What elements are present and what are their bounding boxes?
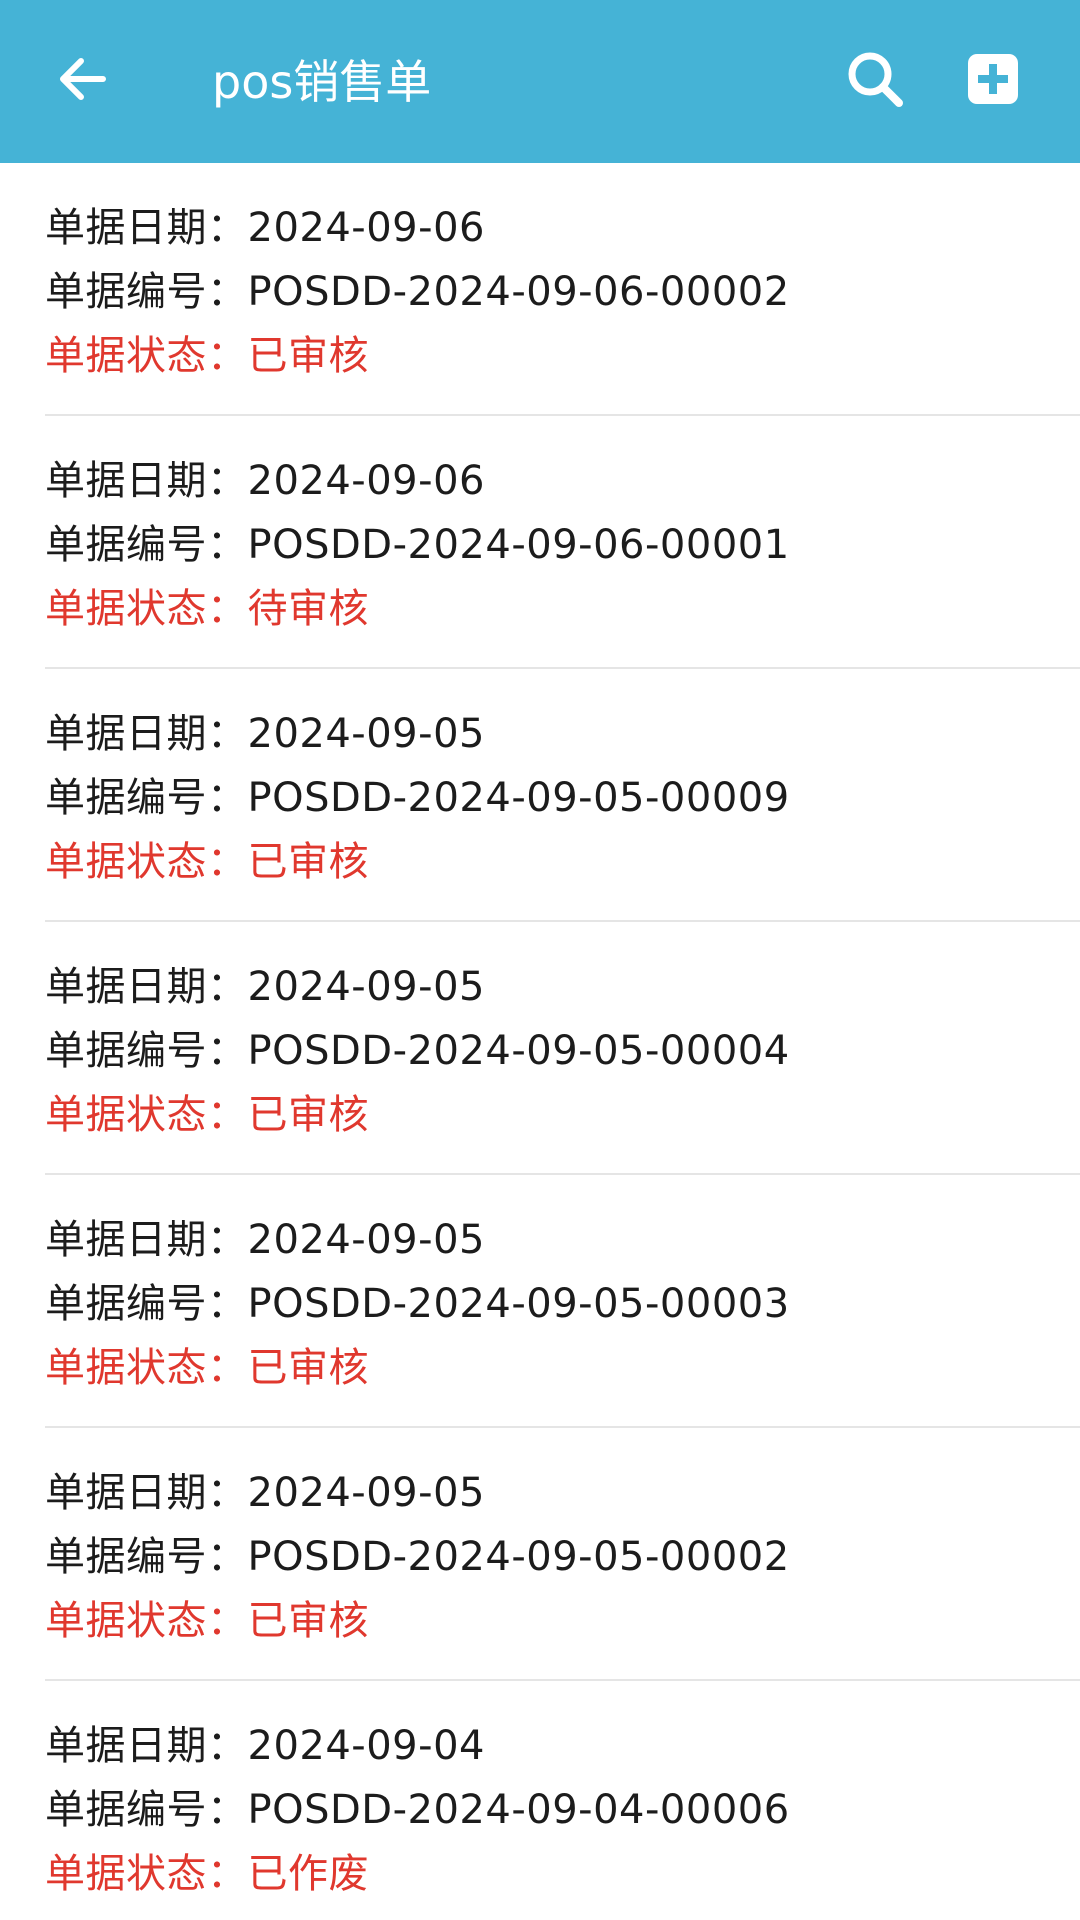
order-number: 单据编号：POSDD-2024-09-05-00009	[45, 775, 790, 821]
order-number: 单据编号：POSDD-2024-09-05-00004	[45, 1028, 790, 1074]
order-number: 单据编号：POSDD-2024-09-04-00006	[45, 1787, 790, 1833]
list-item[interactable]: 单据日期：2024-09-05 单据编号：POSDD-2024-09-05-00…	[0, 669, 1080, 922]
order-status: 单据状态：已审核	[45, 1598, 369, 1644]
order-date: 单据日期：2024-09-05	[45, 1217, 485, 1263]
order-status: 单据状态：已审核	[45, 839, 369, 885]
order-date: 单据日期：2024-09-06	[45, 205, 485, 251]
search-button[interactable]	[830, 36, 920, 126]
order-date: 单据日期：2024-09-05	[45, 711, 485, 757]
top-app-bar: pos销售单	[0, 0, 1080, 163]
order-number: 单据编号：POSDD-2024-09-05-00003	[45, 1281, 790, 1327]
order-date: 单据日期：2024-09-06	[45, 458, 485, 504]
sales-order-list[interactable]: 单据日期：2024-09-06 单据编号：POSDD-2024-09-06-00…	[0, 163, 1080, 1920]
arrow-left-icon	[55, 51, 111, 111]
list-item[interactable]: 单据日期：2024-09-04 单据编号：POSDD-2024-09-04-00…	[0, 1681, 1080, 1920]
order-status: 单据状态：已审核	[45, 1345, 369, 1391]
list-item[interactable]: 单据日期：2024-09-05 单据编号：POSDD-2024-09-05-00…	[0, 922, 1080, 1175]
back-button[interactable]	[38, 36, 128, 126]
order-date: 单据日期：2024-09-04	[45, 1723, 485, 1769]
order-status: 单据状态：待审核	[45, 586, 369, 632]
order-status: 单据状态：已审核	[45, 333, 369, 379]
plus-square-icon	[966, 52, 1020, 110]
list-item[interactable]: 单据日期：2024-09-06 单据编号：POSDD-2024-09-06-00…	[0, 416, 1080, 669]
list-item[interactable]: 单据日期：2024-09-05 单据编号：POSDD-2024-09-05-00…	[0, 1175, 1080, 1428]
list-item[interactable]: 单据日期：2024-09-05 单据编号：POSDD-2024-09-05-00…	[0, 1428, 1080, 1681]
order-date: 单据日期：2024-09-05	[45, 964, 485, 1010]
app-screen: pos销售单 单据日期：2024-09-06 单据编号：POSDD-2024-0…	[0, 0, 1080, 1920]
order-number: 单据编号：POSDD-2024-09-06-00002	[45, 269, 790, 315]
order-number: 单据编号：POSDD-2024-09-05-00002	[45, 1534, 790, 1580]
list-item[interactable]: 单据日期：2024-09-06 单据编号：POSDD-2024-09-06-00…	[0, 163, 1080, 416]
search-icon	[844, 48, 906, 114]
order-number: 单据编号：POSDD-2024-09-06-00001	[45, 522, 790, 568]
order-date: 单据日期：2024-09-05	[45, 1470, 485, 1516]
order-status: 单据状态：已作废	[45, 1851, 369, 1897]
add-button[interactable]	[948, 36, 1038, 126]
page-title: pos销售单	[212, 55, 432, 109]
order-status: 单据状态：已审核	[45, 1092, 369, 1138]
